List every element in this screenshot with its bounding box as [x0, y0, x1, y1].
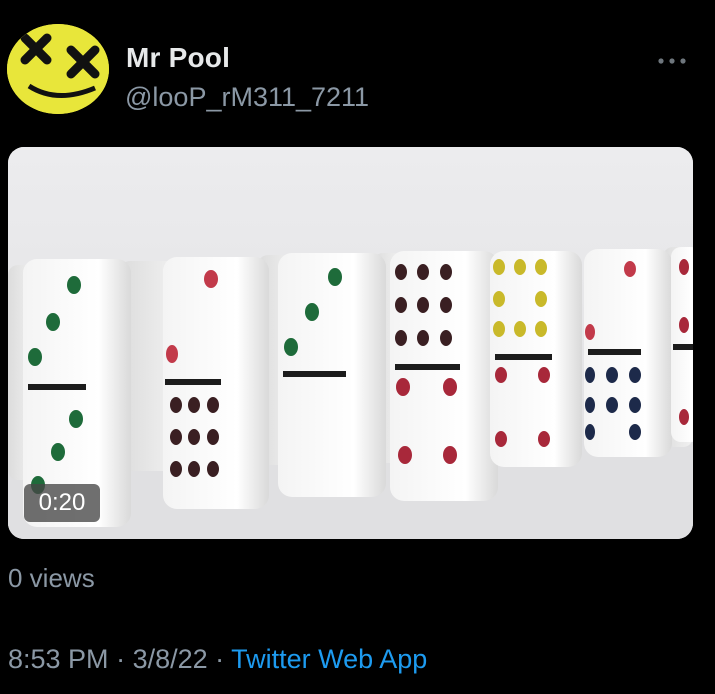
- more-options-button[interactable]: [650, 50, 694, 72]
- video-thumbnail: [8, 147, 693, 539]
- video-player[interactable]: [8, 147, 693, 539]
- meta-separator: ·: [207, 644, 232, 674]
- tweet-metadata: 8:53 PM · 3/8/22 · Twitter Web App: [8, 644, 427, 675]
- smiley-avatar-icon: [7, 24, 109, 114]
- view-count: 0 views: [8, 563, 95, 593]
- tweet-time[interactable]: 8:53 PM: [8, 644, 109, 674]
- avatar[interactable]: [7, 24, 109, 114]
- display-name[interactable]: Mr Pool: [126, 42, 230, 74]
- more-horizontal-icon: [658, 58, 686, 64]
- meta-separator: ·: [108, 644, 133, 674]
- tweet-source-link[interactable]: Twitter Web App: [231, 644, 427, 674]
- video-duration-badge: 0:20: [24, 484, 100, 522]
- tweet-date[interactable]: 3/8/22: [133, 644, 208, 674]
- tweet-header: Mr Pool @looP_rM311_7211: [0, 0, 715, 130]
- user-handle[interactable]: @looP_rM311_7211: [125, 82, 369, 113]
